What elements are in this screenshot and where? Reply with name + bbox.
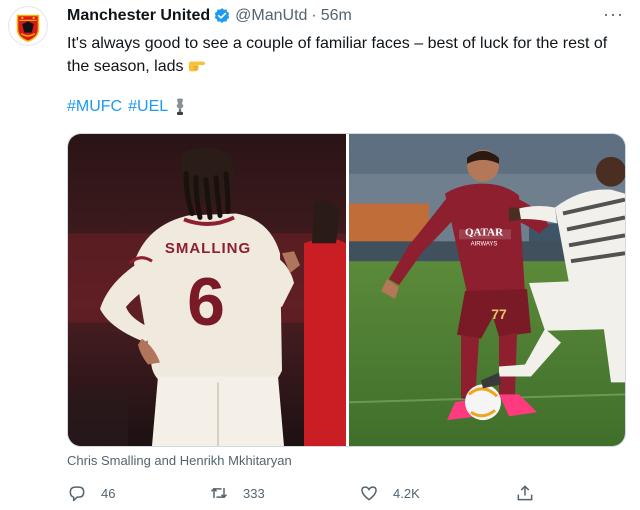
media-grid: SMALLING 6 QATAR AIRWAYS 77 — [67, 133, 626, 447]
hashtag-uel[interactable]: #UEL — [128, 96, 168, 118]
account-handle[interactable]: @ManUtd — [235, 7, 307, 25]
like-button[interactable]: 4.2K — [359, 483, 420, 503]
europa-league-trophy-icon — [174, 98, 186, 116]
reply-icon — [69, 486, 85, 502]
share-button[interactable] — [515, 483, 535, 503]
photo-smalling[interactable]: SMALLING 6 — [68, 134, 346, 446]
shirt-name-text: SMALLING — [165, 240, 251, 257]
reply-button[interactable]: 46 — [67, 483, 115, 503]
avatar[interactable] — [8, 6, 48, 46]
shirt-number-text: 6 — [187, 265, 225, 340]
retweet-icon — [210, 487, 228, 499]
heart-icon — [361, 486, 377, 501]
retweet-count: 333 — [243, 485, 265, 501]
photo-mkhitaryan[interactable]: QATAR AIRWAYS 77 — [349, 134, 625, 446]
media-caption: Chris Smalling and Henrikh Mkhitaryan — [67, 453, 292, 468]
tweet-text: It's always good to see a couple of fami… — [67, 32, 632, 78]
action-bar: 46 333 4.2K — [67, 483, 547, 505]
club-crest-icon — [9, 7, 47, 45]
more-options-icon[interactable]: ··· — [603, 4, 624, 24]
retweet-button[interactable]: 333 — [209, 483, 265, 503]
shorts-number-text: 77 — [491, 306, 507, 322]
tweet-body: It's always good to see a couple of fami… — [67, 35, 608, 75]
hashtags: #MUFC #UEL — [67, 96, 186, 118]
tweet-header: Manchester United @ManUtd · 56m — [67, 6, 352, 26]
header-separator: · — [311, 7, 317, 24]
tweet[interactable]: Manchester United @ManUtd · 56m ··· It's… — [0, 0, 640, 510]
reply-count: 46 — [101, 485, 116, 501]
verified-badge-icon — [213, 7, 231, 25]
tweet-timestamp[interactable]: 56m — [321, 7, 352, 25]
pointing-hand-icon — [188, 58, 206, 74]
sponsor-text-line2: AIRWAYS — [471, 241, 498, 247]
hashtag-mufc[interactable]: #MUFC — [67, 96, 122, 118]
sponsor-text-line1: QATAR — [465, 226, 503, 238]
account-name[interactable]: Manchester United — [67, 7, 210, 25]
like-count: 4.2K — [393, 485, 420, 501]
share-icon — [517, 485, 533, 501]
